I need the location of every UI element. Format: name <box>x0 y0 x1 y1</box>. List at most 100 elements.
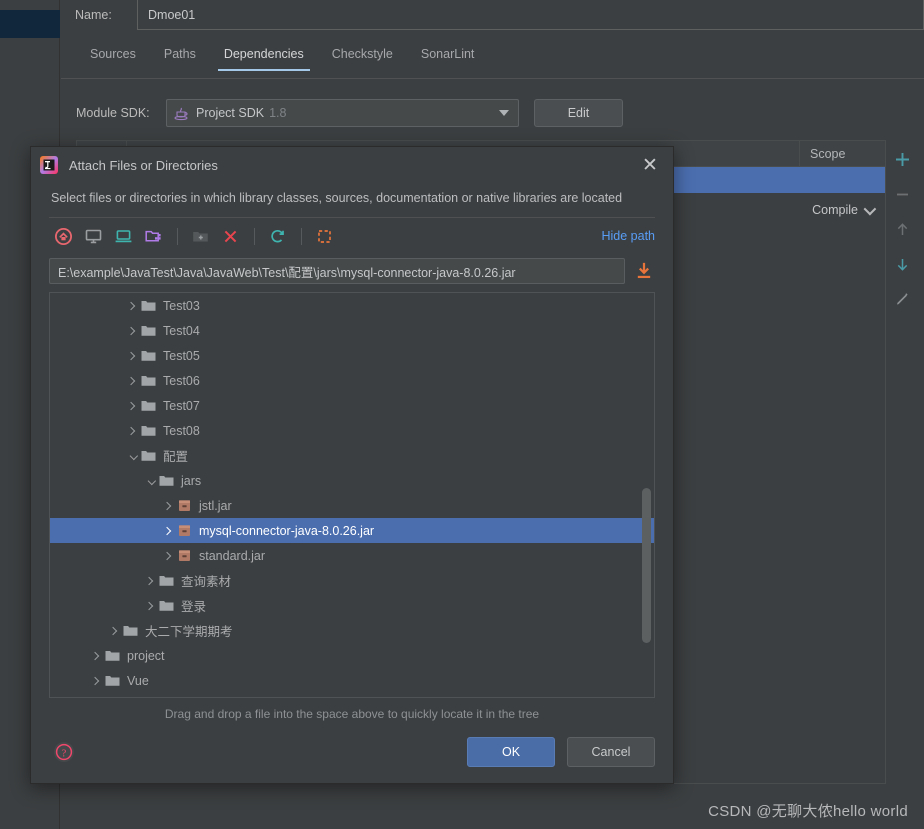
module-name-row: Name: Dmoe01 <box>61 0 924 30</box>
module-tabs[interactable]: Sources Paths Dependencies Checkstyle So… <box>76 44 924 78</box>
chevron-right-icon[interactable] <box>158 543 176 568</box>
chevron-right-icon[interactable] <box>86 668 104 693</box>
tree-item-label: Test04 <box>163 323 200 338</box>
tree-item-Test03[interactable]: Test03 <box>50 293 654 318</box>
chevron-right-icon[interactable] <box>158 493 176 518</box>
tree-item-jstl.jar[interactable]: jstl.jar <box>50 493 654 518</box>
tree-item-icon-wrap <box>158 572 181 589</box>
tree-item-icon-wrap <box>140 347 163 364</box>
ok-button[interactable]: OK <box>467 737 555 767</box>
tree-item-登录[interactable]: 登录 <box>50 593 654 618</box>
file-tree-panel[interactable]: Test03 Test04 Test05 Test06 Test07 Test08 配置 ja… <box>49 292 655 698</box>
remove-dependency-button[interactable] <box>891 183 913 205</box>
tree-item-Test06[interactable]: Test06 <box>50 368 654 393</box>
import-path-icon[interactable] <box>633 260 655 282</box>
tab-dependencies[interactable]: Dependencies <box>210 44 318 71</box>
tab-sonarlint[interactable]: SonarLint <box>407 44 489 71</box>
chevron-right-icon[interactable] <box>122 318 140 343</box>
edit-sdk-button[interactable]: Edit <box>534 99 623 127</box>
delete-icon[interactable] <box>216 223 244 249</box>
chevron-right-icon[interactable] <box>140 593 158 618</box>
chevron-down-icon[interactable] <box>863 202 877 215</box>
tree-item-Test04[interactable]: Test04 <box>50 318 654 343</box>
dialog-title: Attach Files or Directories <box>69 157 218 173</box>
chevron-down-icon[interactable] <box>140 468 158 493</box>
add-dependency-button[interactable] <box>891 148 913 170</box>
tree-item-label: jars <box>181 473 202 488</box>
desktop-icon[interactable] <box>79 223 107 249</box>
tree-item-mysql-connector-java-8.0.26.jar[interactable]: mysql-connector-java-8.0.26.jar <box>50 518 654 543</box>
cancel-button[interactable]: Cancel <box>567 737 655 767</box>
tree-item-Vue[interactable]: Vue <box>50 668 654 693</box>
hide-path-link[interactable]: Hide path <box>601 229 655 243</box>
folder-icon <box>105 676 120 686</box>
tree-item-大二下学期期考[interactable]: 大二下学期期考 <box>50 618 654 643</box>
tree-item-icon-wrap <box>104 647 127 664</box>
intellij-idea-logo-icon <box>40 156 58 174</box>
select-hidden-icon[interactable] <box>310 223 338 249</box>
project-folder-icon[interactable] <box>139 223 167 249</box>
attach-files-dialog: Attach Files or Directories ✕ Select fil… <box>30 146 674 784</box>
new-folder-icon[interactable] <box>186 223 214 249</box>
file-chooser-toolbar[interactable]: Hide path <box>31 218 673 254</box>
chevron-right-icon[interactable] <box>158 518 176 543</box>
tree-item-label: 登录 <box>181 600 207 614</box>
tree-item-Test08[interactable]: Test08 <box>50 418 654 443</box>
folder-icon <box>105 651 120 661</box>
folder-icon <box>159 476 174 486</box>
move-up-button[interactable] <box>891 218 913 240</box>
edit-dependency-button[interactable] <box>891 288 913 310</box>
chevron-down-icon[interactable] <box>499 110 509 116</box>
tree-item-icon-wrap <box>140 322 163 339</box>
folder-icon <box>141 351 156 361</box>
tab-checkstyle[interactable]: Checkstyle <box>318 44 407 71</box>
dialog-footer: ? OK Cancel <box>31 721 673 783</box>
tree-item-label: Test08 <box>163 423 200 438</box>
tree-item-jars[interactable]: jars <box>50 468 654 493</box>
chevron-right-icon[interactable] <box>140 568 158 593</box>
refresh-icon[interactable] <box>263 223 291 249</box>
tree-scrollbar[interactable] <box>642 488 651 643</box>
drag-drop-hint: Drag and drop a file into the space abov… <box>164 707 540 721</box>
tree-item-Test07[interactable]: Test07 <box>50 393 654 418</box>
tab-sources[interactable]: Sources <box>76 44 150 71</box>
tree-item-label: Vue <box>127 673 149 688</box>
module-sdk-select[interactable]: Project SDK 1.8 <box>166 99 519 127</box>
jar-file-icon <box>179 525 190 536</box>
chevron-right-icon[interactable] <box>122 368 140 393</box>
module-sdk-row: Module SDK: Project SDK 1.8 Edit <box>76 98 776 128</box>
move-down-button[interactable] <box>891 253 913 275</box>
chevron-right-icon[interactable] <box>122 343 140 368</box>
tree-item-label: Test03 <box>163 298 200 313</box>
tree-item-查询素材[interactable]: 查询素材 <box>50 568 654 593</box>
tree-item-label: jstl.jar <box>199 498 232 513</box>
path-input[interactable]: E:\example\JavaTest\Java\JavaWeb\Test\配置… <box>49 258 625 284</box>
chevron-right-icon[interactable] <box>122 393 140 418</box>
sidebar-selected-item[interactable] <box>0 10 60 38</box>
chevron-right-icon[interactable] <box>122 293 140 318</box>
chevron-down-icon[interactable] <box>122 443 140 468</box>
home-icon[interactable] <box>49 223 77 249</box>
tree-item-配置[interactable]: 配置 <box>50 443 654 468</box>
module-name-input[interactable]: Dmoe01 <box>137 0 924 30</box>
folder-icon <box>141 451 156 461</box>
chevron-right-icon[interactable] <box>104 618 122 643</box>
tree-item-icon-wrap <box>176 547 199 564</box>
folder-icon <box>159 601 174 611</box>
tree-item-project[interactable]: project <box>50 643 654 668</box>
dependencies-toolbar[interactable] <box>886 140 918 310</box>
tree-item-icon-wrap <box>158 472 181 489</box>
tree-item-standard.jar[interactable]: standard.jar <box>50 543 654 568</box>
toolbar-divider <box>177 227 178 245</box>
svg-text:?: ? <box>62 748 67 759</box>
chevron-right-icon[interactable] <box>122 418 140 443</box>
chevron-right-icon[interactable] <box>86 643 104 668</box>
help-question-icon[interactable]: ? <box>51 739 77 765</box>
laptop-icon[interactable] <box>109 223 137 249</box>
tab-paths[interactable]: Paths <box>150 44 210 71</box>
close-icon[interactable]: ✕ <box>637 152 663 178</box>
module-sdk-version: 1.8 <box>269 106 287 120</box>
tree-item-Test05[interactable]: Test05 <box>50 343 654 368</box>
module-sdk-label: Module SDK: <box>76 106 150 120</box>
file-tree[interactable]: Test03 Test04 Test05 Test06 Test07 Test08 配置 ja… <box>50 293 654 697</box>
